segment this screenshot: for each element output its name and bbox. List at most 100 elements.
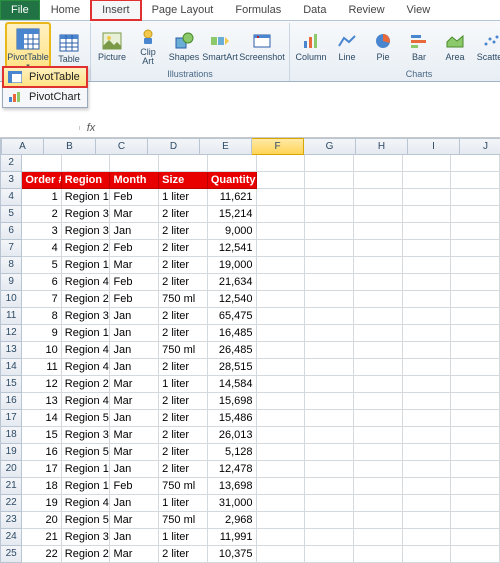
cell-A18[interactable]: 15 (22, 427, 61, 444)
cell-I16[interactable] (403, 393, 452, 410)
row-header[interactable]: 4 (0, 189, 22, 206)
cell-H23[interactable] (354, 512, 403, 529)
cell-A14[interactable]: 11 (22, 359, 61, 376)
cell-J22[interactable] (451, 495, 500, 512)
cell-I17[interactable] (403, 410, 452, 427)
cell-J18[interactable] (451, 427, 500, 444)
cell-G3[interactable] (305, 172, 354, 189)
cell-I13[interactable] (403, 342, 452, 359)
cell-E15[interactable]: 14,584 (208, 376, 257, 393)
bar-chart-button[interactable]: Bar (402, 24, 436, 68)
cell-F11[interactable] (257, 308, 306, 325)
cell-B7[interactable]: Region 2 (62, 240, 111, 257)
cell-F2[interactable] (257, 155, 306, 172)
cell-H4[interactable] (354, 189, 403, 206)
cell-E20[interactable]: 12,478 (208, 461, 257, 478)
cell-H16[interactable] (354, 393, 403, 410)
cell-H8[interactable] (354, 257, 403, 274)
cell-C7[interactable]: Feb (110, 240, 159, 257)
cell-B21[interactable]: Region 1 (62, 478, 111, 495)
cell-H9[interactable] (354, 274, 403, 291)
cell-B17[interactable]: Region 5 (62, 410, 111, 427)
cell-D6[interactable]: 2 liter (159, 223, 208, 240)
cell-A24[interactable]: 21 (22, 529, 61, 546)
cell-H15[interactable] (354, 376, 403, 393)
cell-J6[interactable] (451, 223, 500, 240)
cell-A12[interactable]: 9 (22, 325, 61, 342)
cell-C16[interactable]: Mar (110, 393, 159, 410)
column-header-D[interactable]: D (148, 138, 200, 155)
column-header-B[interactable]: B (44, 138, 96, 155)
cell-G5[interactable] (305, 206, 354, 223)
cell-G19[interactable] (305, 444, 354, 461)
cell-E9[interactable]: 21,634 (208, 274, 257, 291)
cell-C6[interactable]: Jan (110, 223, 159, 240)
cell-J20[interactable] (451, 461, 500, 478)
cell-B16[interactable]: Region 4 (62, 393, 111, 410)
cell-H22[interactable] (354, 495, 403, 512)
cell-D25[interactable]: 2 liter (159, 546, 208, 563)
cell-G15[interactable] (305, 376, 354, 393)
cell-F25[interactable] (257, 546, 306, 563)
cell-I9[interactable] (403, 274, 452, 291)
cell-I21[interactable] (403, 478, 452, 495)
tab-home[interactable]: Home (40, 0, 91, 20)
line-chart-button[interactable]: Line (330, 24, 364, 68)
cell-B11[interactable]: Region 3 (62, 308, 111, 325)
row-header[interactable]: 19 (0, 444, 22, 461)
cell-B3[interactable]: Region (62, 172, 111, 189)
cell-A25[interactable]: 22 (22, 546, 61, 563)
cell-I3[interactable] (403, 172, 452, 189)
column-header-I[interactable]: I (408, 138, 460, 155)
cell-E3[interactable]: Quantity (208, 172, 257, 189)
row-header[interactable]: 11 (0, 308, 22, 325)
cell-E17[interactable]: 15,486 (208, 410, 257, 427)
cell-C5[interactable]: Mar (110, 206, 159, 223)
cell-C8[interactable]: Mar (110, 257, 159, 274)
cell-F23[interactable] (257, 512, 306, 529)
row-header[interactable]: 17 (0, 410, 22, 427)
cell-C21[interactable]: Feb (110, 478, 159, 495)
cell-A7[interactable]: 4 (22, 240, 61, 257)
cell-A17[interactable]: 14 (22, 410, 61, 427)
cell-B12[interactable]: Region 1 (62, 325, 111, 342)
cell-B20[interactable]: Region 1 (62, 461, 111, 478)
cell-C19[interactable]: Mar (110, 444, 159, 461)
cell-D7[interactable]: 2 liter (159, 240, 208, 257)
cell-H20[interactable] (354, 461, 403, 478)
cell-H6[interactable] (354, 223, 403, 240)
cell-J14[interactable] (451, 359, 500, 376)
column-header-F[interactable]: F (252, 138, 304, 155)
row-header[interactable]: 16 (0, 393, 22, 410)
cell-D2[interactable] (159, 155, 208, 172)
cell-D8[interactable]: 2 liter (159, 257, 208, 274)
cell-A10[interactable]: 7 (22, 291, 61, 308)
smartart-button[interactable]: SmartArt (203, 24, 237, 68)
cell-G14[interactable] (305, 359, 354, 376)
cell-H12[interactable] (354, 325, 403, 342)
cell-I12[interactable] (403, 325, 452, 342)
cell-J16[interactable] (451, 393, 500, 410)
cell-I7[interactable] (403, 240, 452, 257)
tab-review[interactable]: Review (337, 0, 395, 20)
cell-H21[interactable] (354, 478, 403, 495)
column-header-C[interactable]: C (96, 138, 148, 155)
row-header[interactable]: 3 (0, 172, 22, 189)
row-header[interactable]: 7 (0, 240, 22, 257)
cell-C23[interactable]: Mar (110, 512, 159, 529)
column-header-E[interactable]: E (200, 138, 252, 155)
cell-J19[interactable] (451, 444, 500, 461)
cell-I4[interactable] (403, 189, 452, 206)
cell-H14[interactable] (354, 359, 403, 376)
cell-F4[interactable] (257, 189, 306, 206)
cell-B25[interactable]: Region 2 (62, 546, 111, 563)
cell-B23[interactable]: Region 5 (62, 512, 111, 529)
cell-E10[interactable]: 12,540 (208, 291, 257, 308)
cell-C2[interactable] (110, 155, 159, 172)
column-chart-button[interactable]: Column (294, 24, 328, 68)
cell-G11[interactable] (305, 308, 354, 325)
cell-B14[interactable]: Region 4 (62, 359, 111, 376)
cell-G24[interactable] (305, 529, 354, 546)
cell-G9[interactable] (305, 274, 354, 291)
cell-F10[interactable] (257, 291, 306, 308)
